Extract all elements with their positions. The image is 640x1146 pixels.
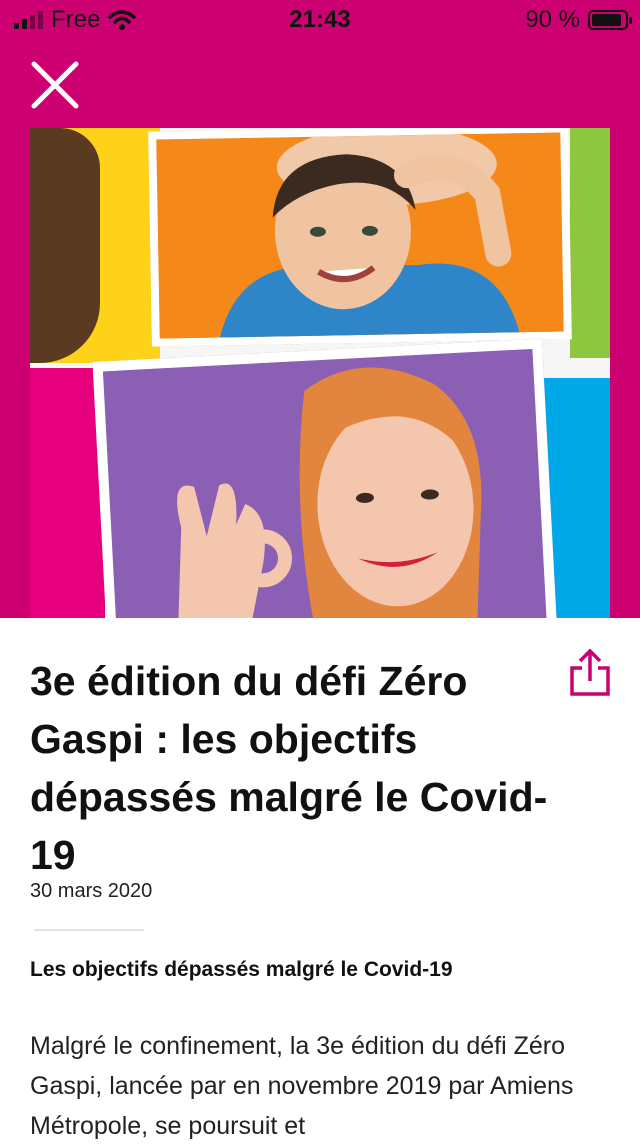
hero-photo-man — [148, 128, 572, 347]
hero-photo-woman — [92, 338, 558, 618]
article-title: 3e édition du défi Zéro Gaspi : les obje… — [30, 658, 548, 878]
divider — [34, 929, 144, 931]
article-hero-image — [30, 128, 610, 618]
article-date: 30 mars 2020 — [30, 880, 153, 902]
status-bar-right: 90 % — [525, 6, 632, 34]
status-bar: Free 21:43 90 % — [0, 0, 640, 40]
battery-icon — [588, 10, 632, 30]
share-icon[interactable] — [568, 648, 612, 698]
battery-percentage: 90 % — [525, 6, 580, 33]
close-icon[interactable] — [28, 58, 82, 112]
article-body: Malgré le confinement, la 3e édition du … — [30, 1032, 574, 1140]
article-subtitle: Les objectifs dépassés malgré le Covid-1… — [30, 958, 453, 981]
